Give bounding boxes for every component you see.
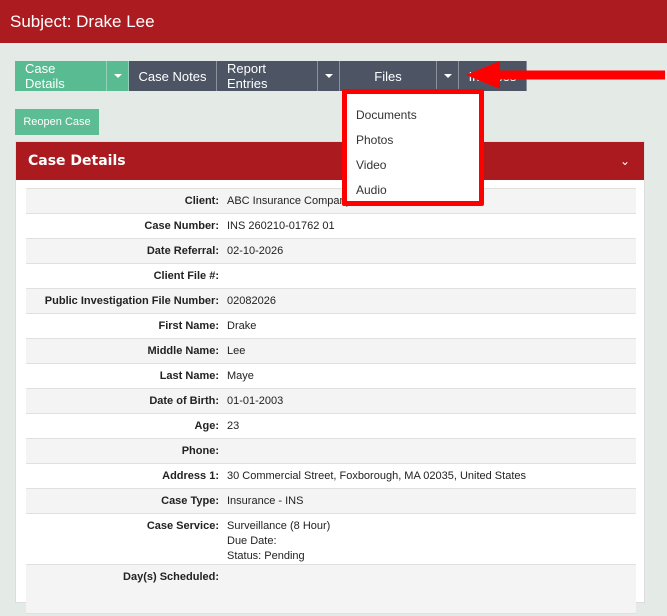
detail-row: Date Referral: 02-10-2026 (26, 238, 636, 263)
detail-label: Client: (184, 195, 219, 207)
case-details-split-button: Case Details (15, 61, 129, 91)
detail-label: Public Investigation File Number: (44, 295, 219, 307)
subject-title: Subject: Drake Lee (10, 11, 155, 31)
detail-label: Date of Birth: (149, 395, 219, 407)
detail-row: Public Investigation File Number: 0208202… (26, 288, 636, 313)
detail-label: Last Name: (159, 370, 219, 382)
detail-label: Case Service: (146, 520, 219, 532)
menu-item-photos[interactable]: Photos (347, 127, 479, 152)
caret-down-icon (443, 74, 452, 78)
reopen-case-button[interactable]: Reopen Case (15, 109, 99, 135)
detail-row: Case Type: Insurance - INS (26, 488, 636, 513)
detail-value: Insurance - INS (227, 495, 304, 507)
detail-row: Last Name: Maye (26, 363, 636, 388)
detail-value-line: Surveillance (8 Hour) (227, 520, 331, 532)
red-arrow-annotation (466, 61, 665, 89)
subject-header: Subject: Drake Lee (0, 0, 667, 43)
detail-row: Address 1: 30 Commercial Street, Foxborou… (26, 463, 636, 488)
detail-row: Middle Name: Lee (26, 338, 636, 363)
detail-row: Day(s) Scheduled: (26, 564, 636, 614)
case-notes-button[interactable]: Case Notes (129, 61, 217, 91)
detail-row: Case Service: Surveillance (8 Hour) Due Da… (26, 513, 636, 564)
detail-label: Client File #: (153, 270, 219, 282)
detail-value: Surveillance (8 Hour) Due Date: Status: Pe… (227, 514, 636, 564)
detail-row: Client File #: (26, 263, 636, 288)
menu-item-audio[interactable]: Audio (347, 177, 479, 202)
detail-value: 30 Commercial Street, Foxborough, MA 020… (227, 470, 526, 482)
detail-value: 01-01-2003 (227, 395, 284, 407)
case-details-button[interactable]: Case Details (15, 61, 107, 91)
detail-label: Address 1: (162, 470, 219, 482)
detail-row: Date of Birth: 01-01-2003 (26, 388, 636, 413)
detail-value: 23 (227, 420, 240, 432)
detail-value: Maye (227, 370, 254, 382)
details-table: Client: ABC Insurance Company Case Number:… (26, 188, 636, 614)
case-toolbar: Case Details Case Notes Report Entries F… (15, 61, 527, 91)
detail-row: Client: ABC Insurance Company (26, 188, 636, 213)
detail-row: Age: 23 (26, 413, 636, 438)
caret-down-icon (113, 74, 122, 78)
detail-row: Case Number: INS 260210-01762 01 (26, 213, 636, 238)
detail-label: Middle Name: (147, 345, 219, 357)
panel-header[interactable]: Case Details ⌄ (16, 142, 644, 180)
detail-label: Case Type: (161, 495, 219, 507)
files-dropdown-menu: Documents Photos Video Audio (342, 89, 484, 206)
detail-label: Date Referral: (146, 245, 219, 257)
case-details-panel: Case Details ⌄ Client: ABC Insurance Comp… (15, 141, 645, 614)
detail-value-line: Due Date: (227, 535, 277, 547)
detail-value (227, 264, 636, 288)
detail-value-line: Status: Pending (227, 550, 305, 562)
detail-value: 02082026 (227, 295, 276, 307)
caret-down-icon (324, 74, 333, 78)
detail-label: Phone: (181, 445, 219, 457)
files-button[interactable]: Files (340, 61, 437, 91)
panel-title: Case Details (28, 153, 126, 169)
detail-value: INS 260210-01762 01 (227, 220, 335, 232)
detail-value: Drake (227, 320, 257, 332)
report-entries-split-button: Report Entries (217, 61, 340, 91)
detail-value: Lee (227, 345, 246, 357)
detail-row: First Name: Drake (26, 313, 636, 338)
files-split-button: Files (340, 61, 459, 91)
detail-label: Age: (194, 420, 219, 432)
report-entries-dropdown-toggle[interactable] (318, 61, 340, 91)
menu-item-documents[interactable]: Documents (347, 102, 479, 127)
detail-value (227, 439, 636, 463)
detail-label: Case Number: (144, 220, 219, 232)
detail-value (227, 565, 636, 613)
detail-row: Phone: (26, 438, 636, 463)
detail-label: Day(s) Scheduled: (123, 571, 219, 583)
chevron-down-icon[interactable]: ⌄ (620, 154, 630, 168)
report-entries-button[interactable]: Report Entries (217, 61, 318, 91)
detail-label: First Name: (158, 320, 219, 332)
case-details-dropdown-toggle[interactable] (107, 61, 129, 91)
menu-item-video[interactable]: Video (347, 152, 479, 177)
detail-value: 02-10-2026 (227, 245, 284, 257)
files-dropdown-toggle[interactable] (437, 61, 459, 91)
